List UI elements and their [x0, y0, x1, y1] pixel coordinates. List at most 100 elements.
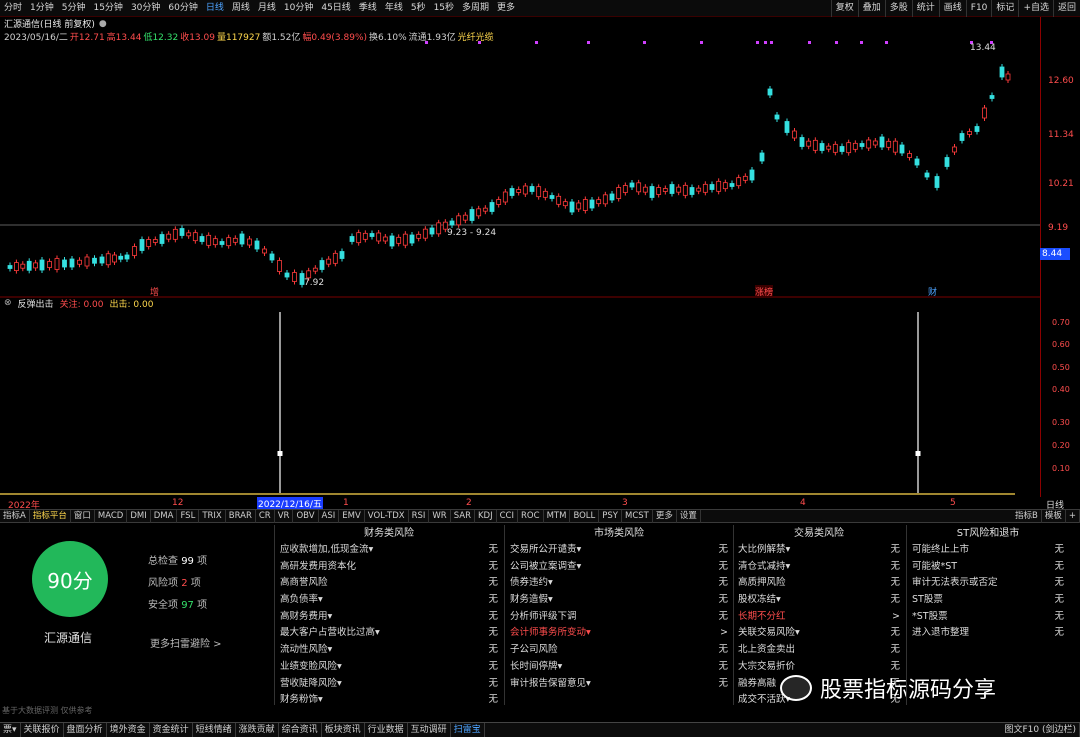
indicator-tab[interactable]: 设置 [677, 509, 701, 523]
indicator-tab[interactable]: DMA [151, 509, 178, 523]
risk-item[interactable]: 股权冻结▾ 无 [734, 592, 904, 609]
risk-item[interactable]: 高财务费用▾ 无 [276, 609, 502, 626]
risk-item[interactable]: 关联交易风险▾ 无 [734, 625, 904, 642]
indicator-tab[interactable]: 指标A [0, 509, 30, 523]
indicator-tab-right[interactable]: 指标B [1012, 509, 1042, 523]
indicator-tab[interactable]: DMI [127, 509, 151, 523]
indicator-tab[interactable]: FSL [177, 509, 200, 523]
period-tab[interactable]: 多周期 [458, 0, 493, 17]
risk-item[interactable]: 会计师事务所变动▾ > [506, 625, 732, 642]
indicator-tab[interactable]: RSI [409, 509, 430, 523]
indicator-tab[interactable]: 更多 [653, 509, 677, 523]
toolbar-button[interactable]: 叠加 [857, 0, 885, 17]
event-marker[interactable]: 涨榜 [755, 285, 774, 298]
toolbar-button[interactable]: F10 [965, 0, 992, 17]
indicator-tab[interactable]: WR [429, 509, 451, 523]
indicator-tab[interactable]: BOLL [570, 509, 600, 523]
bottom-tab[interactable]: 资金统计 [150, 723, 193, 737]
risk-item[interactable]: *ST股票 无 [908, 609, 1068, 626]
indicator-tab[interactable]: EMV [339, 509, 365, 523]
toolbar-button[interactable]: 多股 [884, 0, 912, 17]
period-tab[interactable]: 周线 [228, 0, 254, 17]
risk-item[interactable]: 流动性风险▾ 无 [276, 642, 502, 659]
bottom-tab[interactable]: 互动调研 [408, 723, 451, 737]
risk-item[interactable]: 财务造假▾ 无 [506, 592, 732, 609]
indicator-tab[interactable]: 窗口 [71, 509, 95, 523]
period-tab[interactable]: 5分钟 [58, 0, 90, 17]
indicator-tab[interactable]: VOL-TDX [365, 509, 409, 523]
toolbar-button[interactable]: 统计 [911, 0, 939, 17]
kline-chart[interactable] [0, 17, 1040, 497]
bottom-tab[interactable]: 盘面分析 [64, 723, 107, 737]
risk-item[interactable]: 子公司风险 无 [506, 642, 732, 659]
indicator-tab[interactable]: ROC [518, 509, 544, 523]
risk-item[interactable]: 长时间停牌▾ 无 [506, 659, 732, 676]
risk-item[interactable]: 进入退市整理 无 [908, 625, 1068, 642]
period-tab[interactable]: 更多 [493, 0, 519, 17]
risk-item[interactable]: 最大客户占营收比过高▾ 无 [276, 625, 502, 642]
bottom-tab[interactable]: 境外资金 [107, 723, 150, 737]
risk-item[interactable]: 分析师评级下调 无 [506, 609, 732, 626]
indicator-tab[interactable]: MTM [544, 509, 571, 523]
bottom-tab[interactable]: 短线情绪 [193, 723, 236, 737]
bottom-tab[interactable]: 综合资讯 [279, 723, 322, 737]
indicator-tab[interactable]: CCI [497, 509, 519, 523]
risk-item[interactable]: 高负债率▾ 无 [276, 592, 502, 609]
f10-sidebar-button[interactable]: 图文F10 (剑边栏) [1001, 723, 1080, 737]
risk-item[interactable]: 营收陡降风险▾ 无 [276, 676, 502, 693]
period-tab[interactable]: 10分钟 [280, 0, 317, 17]
bottom-tab[interactable]: 行业数据 [365, 723, 408, 737]
indicator-tab[interactable]: KDJ [475, 509, 497, 523]
period-tab[interactable]: 年线 [381, 0, 407, 17]
risk-item[interactable]: 可能终止上市 无 [908, 542, 1068, 559]
risk-item[interactable]: 高商誉风险 无 [276, 575, 502, 592]
indicator-tab[interactable]: MCST [622, 509, 653, 523]
risk-item[interactable]: 北上资金卖出 无 [734, 642, 904, 659]
risk-item[interactable]: 业绩变脸风险▾ 无 [276, 659, 502, 676]
indicator-close-icon[interactable]: ⊗ [4, 298, 12, 308]
more-scan-link[interactable]: 更多扫雷避险 > [150, 635, 222, 650]
risk-item[interactable]: 高质押风险 无 [734, 575, 904, 592]
indicator-tab[interactable]: VR [275, 509, 294, 523]
risk-item[interactable]: 审计报告保留意见▾ 无 [506, 676, 732, 693]
indicator-tab[interactable]: PSY [599, 509, 622, 523]
toolbar-button[interactable]: 画线 [938, 0, 966, 17]
period-tab[interactable]: 1分钟 [26, 0, 58, 17]
event-marker[interactable]: 财 [928, 285, 937, 298]
indicator-name[interactable]: 反弹出击 [18, 297, 54, 310]
risk-item[interactable]: 审计无法表示或否定 无 [908, 575, 1068, 592]
risk-item[interactable]: 可能被*ST 无 [908, 559, 1068, 576]
indicator-tab[interactable]: TRIX [199, 509, 226, 523]
toolbar-button[interactable]: 返回 [1052, 0, 1080, 17]
indicator-tab[interactable]: MACD [95, 509, 128, 523]
bottom-tab[interactable]: 涨跌贡献 [236, 723, 279, 737]
risk-item[interactable]: 交易所公开谴责▾ 无 [506, 542, 732, 559]
risk-item[interactable]: 大比例解禁▾ 无 [734, 542, 904, 559]
toolbar-button[interactable]: 标记 [991, 0, 1018, 17]
risk-item[interactable]: 应收款增加,低现金流▾ 无 [276, 542, 502, 559]
bottom-tab[interactable]: 票▾ [0, 723, 21, 737]
period-tab[interactable]: 分时 [0, 0, 26, 17]
risk-item[interactable]: 长期不分红 > [734, 609, 904, 626]
period-tab[interactable]: 季线 [355, 0, 381, 17]
indicator-tab[interactable]: OBV [293, 509, 319, 523]
risk-item[interactable]: 高研发费用资本化 无 [276, 559, 502, 576]
risk-item[interactable]: 债券违约▾ 无 [506, 575, 732, 592]
period-tab[interactable]: 45日线 [317, 0, 354, 17]
indicator-tab[interactable]: ASI [319, 509, 340, 523]
bottom-tab[interactable]: 板块资讯 [322, 723, 365, 737]
period-tab[interactable]: 15分钟 [89, 0, 126, 17]
period-tab[interactable]: 60分钟 [164, 0, 201, 17]
indicator-tab[interactable]: CR [256, 509, 275, 523]
period-tab[interactable]: 日线 [202, 0, 228, 17]
indicator-tab[interactable]: 指标平台 [30, 509, 71, 523]
indicator-tab-right[interactable]: + [1066, 509, 1080, 523]
risk-item[interactable]: 财务粉饰▾ 无 [276, 692, 502, 709]
toolbar-button[interactable]: 复权 [830, 0, 858, 17]
period-tab[interactable]: 5秒 [407, 0, 430, 17]
risk-item[interactable]: 清仓式减持▾ 无 [734, 559, 904, 576]
bottom-tab[interactable]: 扫雷宝 [451, 723, 485, 737]
indicator-tab[interactable]: BRAR [226, 509, 256, 523]
risk-item[interactable]: ST股票 无 [908, 592, 1068, 609]
bottom-tab[interactable]: 关联报价 [21, 723, 64, 737]
